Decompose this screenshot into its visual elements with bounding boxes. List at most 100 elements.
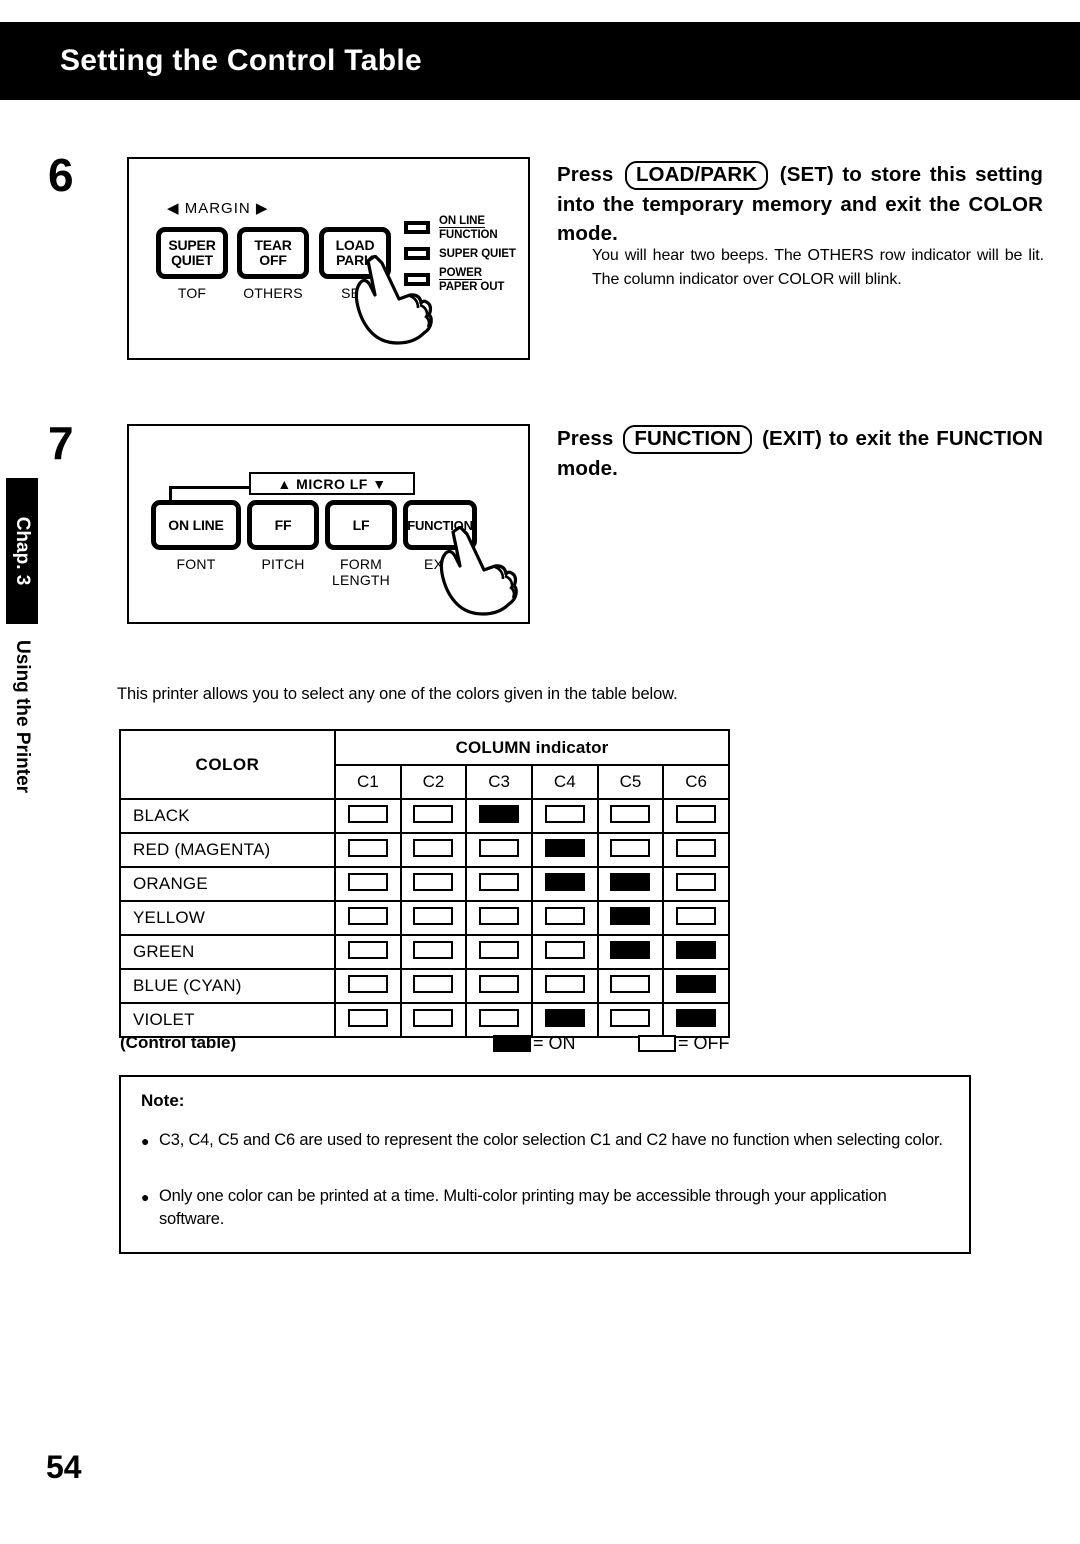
table-cell-indicator-c3 (465, 900, 533, 936)
indicator-off-icon (413, 1008, 454, 1027)
indicator-off-icon (610, 804, 651, 823)
bullet-dot-icon: ● (141, 1189, 150, 1205)
table-row-color-name: YELLOW (119, 900, 336, 936)
table-row: ORANGE (119, 866, 730, 902)
table-cell-indicator-c3 (465, 866, 533, 902)
panel-button-on-line[interactable]: ON LINE (151, 500, 241, 550)
indicator-off-icon (413, 838, 454, 857)
control-panel-illustration-step7: ▲ MICRO LF ▼ ON LINE FONT FF PITCH LF FO… (127, 424, 530, 624)
step-7-keycap-function[interactable]: FUNCTION (623, 425, 753, 454)
table-header-c5: C5 (596, 764, 665, 800)
table-cell-indicator-c1 (334, 866, 402, 902)
indicator-off-icon (479, 1008, 520, 1027)
table-cell-indicator-c2 (399, 968, 468, 1004)
indicator-on-icon (479, 804, 520, 823)
indicator-off-icon (347, 1008, 388, 1027)
panel-button-ff[interactable]: FF (247, 500, 319, 550)
led-on-line-function (404, 221, 430, 234)
pointing-hand-icon (439, 526, 518, 616)
indicator-on-icon (676, 1008, 717, 1027)
table-cell-indicator-c5 (596, 934, 665, 970)
panel-button-tear-off[interactable]: TEAR OFF (237, 227, 309, 279)
table-cell-indicator-c6 (662, 798, 730, 834)
step-7-instruction-prefix: Press (557, 427, 614, 450)
table-header-c6: C6 (662, 764, 730, 800)
table-row-color-name: BLUE (CYAN) (119, 968, 336, 1004)
indicator-off-icon (347, 838, 388, 857)
table-cell-indicator-c2 (399, 934, 468, 970)
table-cell-indicator-c6 (662, 900, 730, 936)
table-cell-indicator-c2 (399, 1002, 468, 1038)
intro-paragraph: This printer allows you to select any on… (117, 685, 678, 703)
chapter-tab-label: Chap. 3 (12, 516, 33, 586)
indicator-off-icon (544, 906, 585, 925)
indicator-off-icon (676, 804, 717, 823)
table-cell-indicator-c1 (334, 968, 402, 1004)
table-cell-indicator-c3 (465, 798, 533, 834)
table-cell-indicator-c4 (530, 1002, 599, 1038)
indicator-off-icon (347, 940, 388, 959)
margin-label: ◀ MARGIN ▶ (167, 200, 269, 217)
table-row-color-name: BLACK (119, 798, 336, 834)
table-row: BLUE (CYAN) (119, 968, 730, 1004)
panel-button-tear-off-line2: OFF (259, 252, 287, 268)
table-cell-indicator-c5 (596, 832, 665, 868)
table-cell-indicator-c3 (465, 934, 533, 970)
indicator-on-icon (544, 1008, 585, 1027)
bullet-dot-icon: ● (141, 1133, 150, 1149)
table-cell-indicator-c1 (334, 934, 402, 970)
indicator-off-icon (479, 872, 520, 891)
table-row-color-name: ORANGE (119, 866, 336, 902)
table-cell-indicator-c5 (596, 1002, 665, 1038)
indicator-off-icon (544, 974, 585, 993)
indicator-off-icon (610, 838, 651, 857)
indicator-off-icon (610, 1008, 651, 1027)
legend-off-label: = OFF (678, 1033, 730, 1053)
indicator-off-icon (544, 804, 585, 823)
panel-button-on-line-label: ON LINE (168, 516, 224, 533)
step-6-keycap-load-park[interactable]: LOAD/PARK (624, 161, 769, 190)
table-cell-indicator-c6 (662, 866, 730, 902)
indicator-on-icon (610, 872, 651, 891)
table-header-column-indicator: COLUMN indicator (334, 729, 730, 766)
note-bullet-1-text: C3, C4, C5 and C6 are used to represent … (159, 1131, 943, 1149)
table-cell-indicator-c4 (530, 968, 599, 1004)
indicator-off-icon (347, 872, 388, 891)
page-title: Setting the Control Table (60, 44, 422, 77)
table-row-color-name: RED (MAGENTA) (119, 832, 336, 868)
microlf-label: ▲ MICRO LF ▼ (277, 475, 387, 492)
note-title: Note: (141, 1091, 185, 1110)
panel-button-super-quiet[interactable]: SUPER QUIET (156, 227, 228, 279)
table-row: GREEN (119, 934, 730, 970)
indicator-off-icon (479, 940, 520, 959)
table-cell-indicator-c5 (596, 968, 665, 1004)
table-cell-indicator-c2 (399, 798, 468, 834)
indicator-off-icon (413, 940, 454, 959)
legend-off: = OFF (638, 1033, 730, 1054)
panel-button-lf[interactable]: LF (325, 500, 397, 550)
table-cell-indicator-c3 (465, 968, 533, 1004)
table-header-c2: C2 (399, 764, 468, 800)
table-cell-indicator-c4 (530, 832, 599, 868)
led-label-paper-out: PAPER OUT (439, 281, 505, 293)
chapter-tab: Chap. 3 (6, 478, 38, 624)
panel-button-ff-label: FF (274, 516, 292, 533)
legend-swatch-off (638, 1035, 676, 1052)
step-6-instruction: Press LOAD/PARK (SET) to store this sett… (557, 160, 1043, 248)
table-header-row-1: COLOR COLUMN indicator (119, 729, 730, 800)
table-cell-indicator-c6 (662, 832, 730, 868)
note-box: Note: ● C3, C4, C5 and C6 are used to re… (119, 1075, 971, 1254)
indicator-off-icon (479, 906, 520, 925)
control-panel-illustration-step6: ◀ MARGIN ▶ SUPER QUIET TOF TEAR OFF OTHE… (127, 157, 530, 360)
indicator-off-icon (479, 838, 520, 857)
indicator-off-icon (413, 872, 454, 891)
step-number-7: 7 (48, 417, 74, 469)
table-cell-indicator-c4 (530, 798, 599, 834)
indicator-off-icon (413, 906, 454, 925)
indicator-off-icon (676, 906, 717, 925)
panel-sublabel-form-length: FORM LENGTH (332, 556, 390, 588)
note-bullet-2: ● Only one color can be printed at a tim… (141, 1185, 953, 1231)
table-cell-indicator-c4 (530, 866, 599, 902)
panel-sublabel-font: FONT (176, 556, 216, 572)
indicator-off-icon (610, 974, 651, 993)
